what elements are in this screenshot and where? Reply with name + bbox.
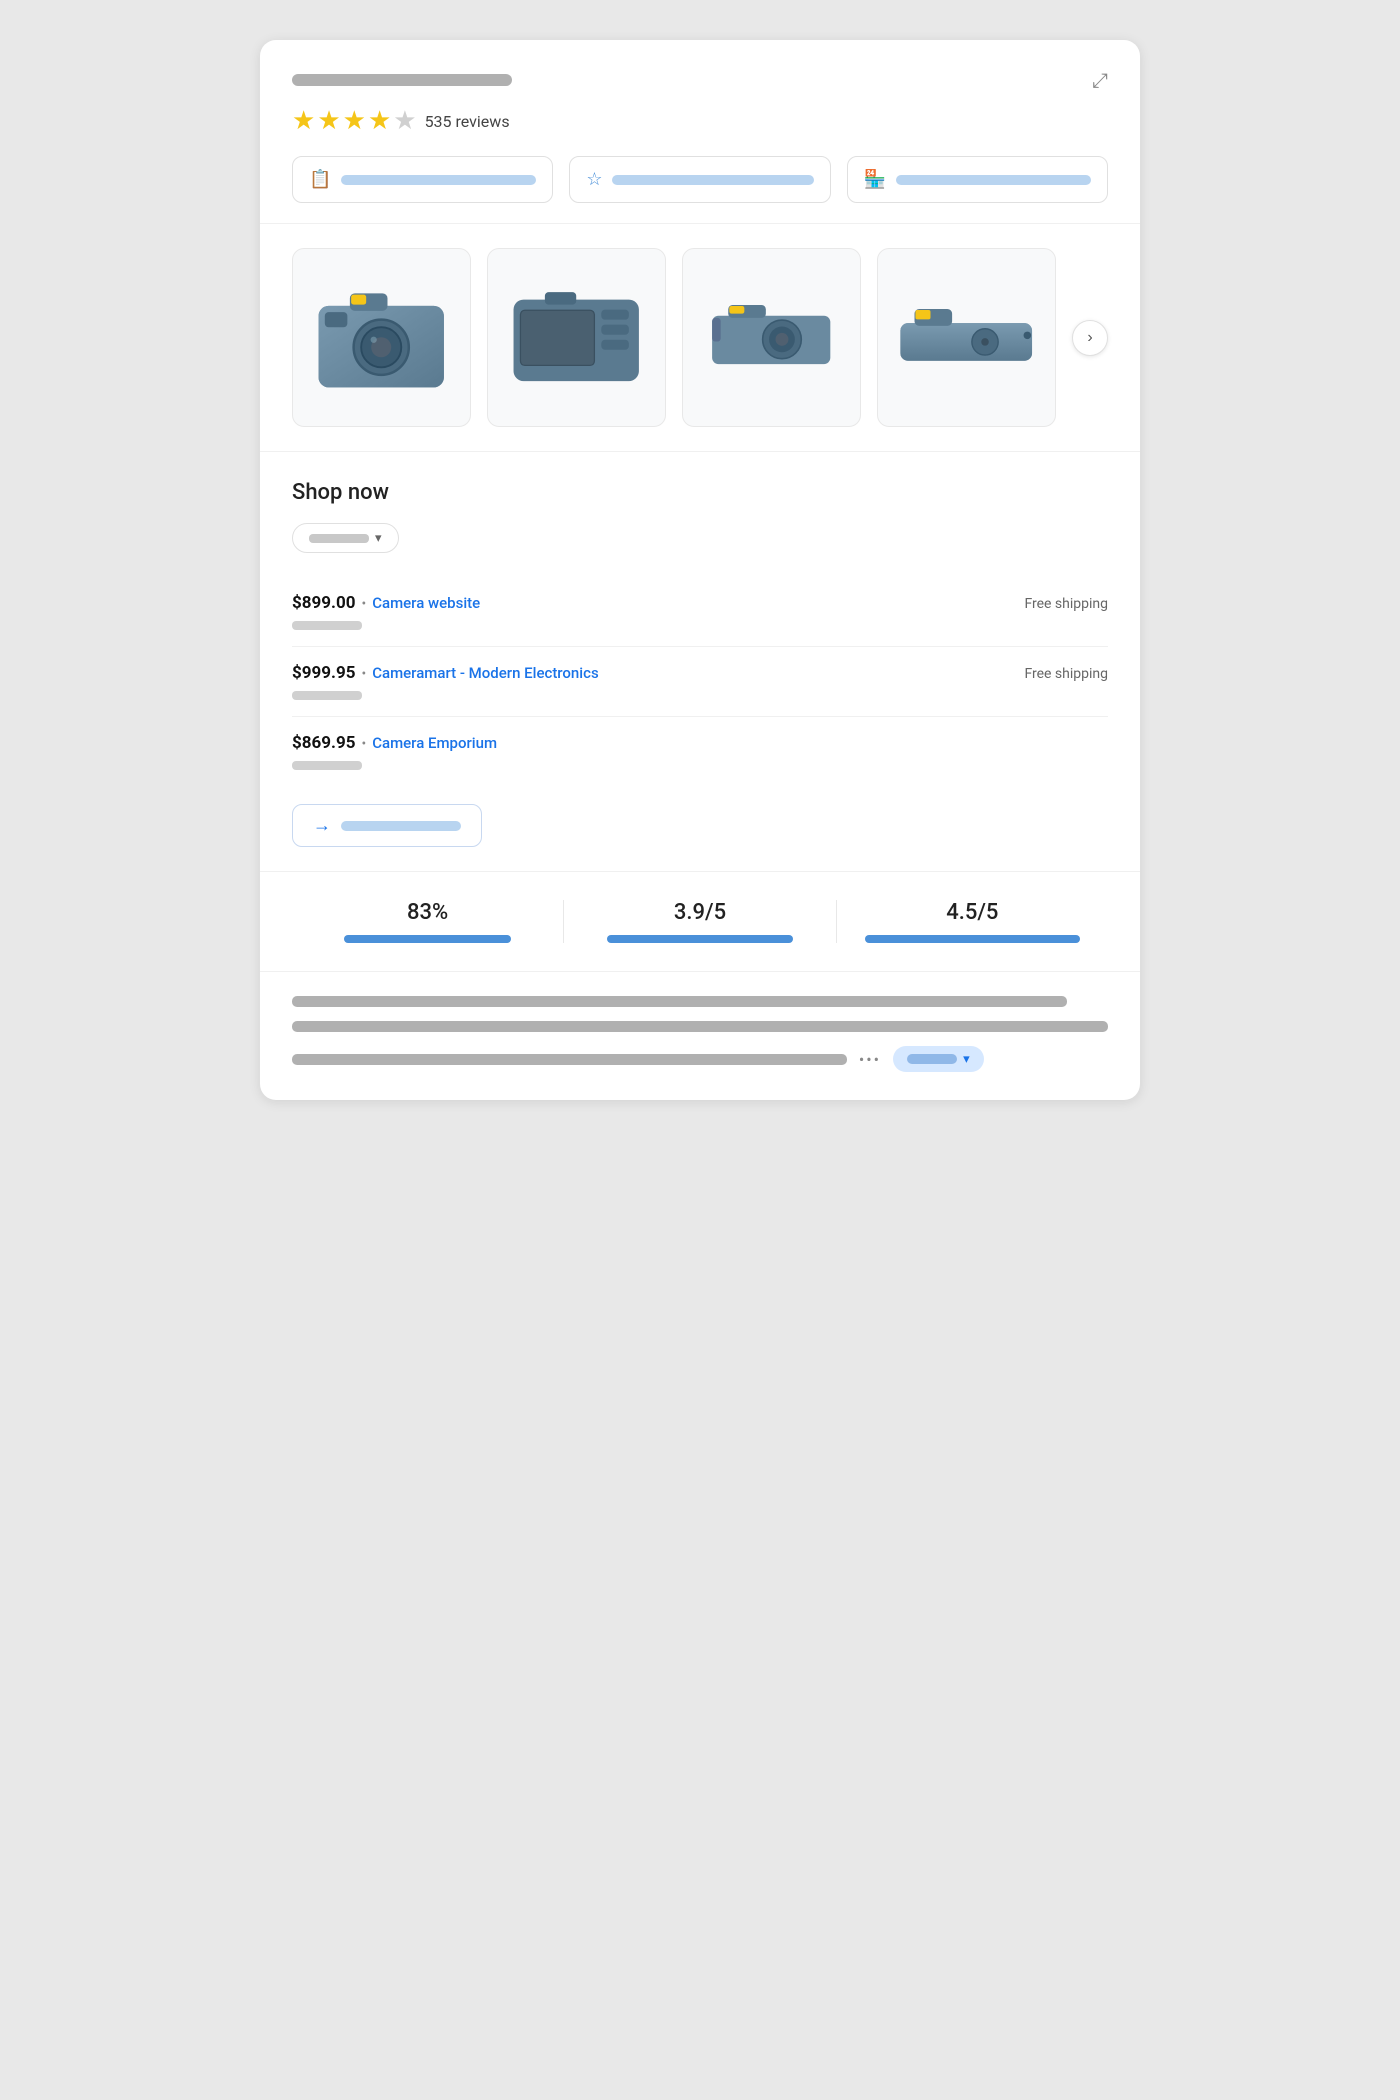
shop-title: Shop now xyxy=(292,480,1108,505)
store-label xyxy=(896,175,1091,185)
action-button-store[interactable]: 🏪 xyxy=(847,156,1108,203)
stat-bar-1 xyxy=(344,935,512,943)
camera-front-svg xyxy=(306,262,456,412)
next-arrow-button[interactable]: › xyxy=(1072,320,1108,356)
stat-bar-2 xyxy=(607,935,794,943)
price-1: $899.00 xyxy=(292,593,355,613)
shop-item-1-left: $899.00 • Camera website xyxy=(292,593,480,613)
shop-item-2-row: $999.95 • Cameramart - Modern Electronic… xyxy=(292,663,1108,683)
image-thumb-4[interactable] xyxy=(877,248,1056,427)
item-sub-1 xyxy=(292,621,362,630)
action-buttons-row: 📋 ☆ 🏪 xyxy=(292,156,1108,203)
image-thumb-3[interactable] xyxy=(682,248,861,427)
shop-item-3-left: $869.95 • Camera Emporium xyxy=(292,733,497,753)
save-label xyxy=(612,175,813,185)
title-bar: ⤢ xyxy=(292,68,1108,92)
footer-line-1 xyxy=(292,996,1067,1007)
image-thumb-1[interactable] xyxy=(292,248,471,427)
footer-line-3 xyxy=(292,1054,847,1065)
images-section: › xyxy=(260,224,1140,452)
header-section: ⤢ ★ ★ ★ ★ ★ 535 reviews 📋 ☆ 🏪 xyxy=(260,40,1140,224)
see-all-button[interactable]: → xyxy=(292,804,482,847)
stat-item-2: 3.9/5 xyxy=(564,900,836,943)
save-icon: ☆ xyxy=(586,169,602,190)
expand-chevron-icon: ▾ xyxy=(963,1051,970,1067)
share-icon[interactable]: ⤢ xyxy=(1092,68,1108,92)
store-name-2[interactable]: Cameramart - Modern Electronics xyxy=(372,664,598,682)
stat-bar-3 xyxy=(865,935,1080,943)
star-1: ★ xyxy=(292,106,315,136)
camera-back-svg xyxy=(501,262,651,412)
camera-flat-svg xyxy=(891,262,1041,412)
store-name-3[interactable]: Camera Emporium xyxy=(372,734,497,752)
stat-value-3: 4.5/5 xyxy=(946,900,998,925)
image-thumb-2[interactable] xyxy=(487,248,666,427)
expand-label xyxy=(907,1054,957,1064)
stat-item-3: 4.5/5 xyxy=(837,900,1108,943)
shop-item-1-row: $899.00 • Camera website Free shipping xyxy=(292,593,1108,613)
shop-item-1: $899.00 • Camera website Free shipping xyxy=(292,577,1108,647)
filter-button[interactable]: ▾ xyxy=(292,523,399,553)
shop-item-2: $999.95 • Cameramart - Modern Electronic… xyxy=(292,647,1108,717)
bullet-1: • xyxy=(361,596,366,612)
store-icon: 🏪 xyxy=(864,169,886,190)
star-2: ★ xyxy=(317,106,340,136)
details-icon: 📋 xyxy=(309,169,331,190)
see-all-arrow-icon: → xyxy=(313,815,331,836)
shop-item-3-row: $869.95 • Camera Emporium xyxy=(292,733,1108,753)
stat-value-1: 83% xyxy=(407,900,448,925)
rating-row: ★ ★ ★ ★ ★ 535 reviews xyxy=(292,106,1108,136)
star-3: ★ xyxy=(343,106,366,136)
footer-section: ••• ▾ xyxy=(260,972,1140,1100)
shop-item-3: $869.95 • Camera Emporium xyxy=(292,717,1108,786)
product-title-placeholder xyxy=(292,74,512,86)
footer-line-2 xyxy=(292,1021,1108,1032)
filter-label xyxy=(309,534,369,543)
action-button-details[interactable]: 📋 xyxy=(292,156,553,203)
bullet-2: • xyxy=(361,666,366,682)
stats-section: 83% 3.9/5 4.5/5 xyxy=(260,872,1140,972)
product-card: ⤢ ★ ★ ★ ★ ★ 535 reviews 📋 ☆ 🏪 xyxy=(260,40,1140,1100)
camera-side-svg xyxy=(696,262,846,412)
details-label xyxy=(341,175,536,185)
see-all-label xyxy=(341,821,461,831)
item-sub-2 xyxy=(292,691,362,700)
review-count: 535 reviews xyxy=(425,112,510,131)
bullet-3: • xyxy=(361,736,366,752)
filter-chevron-icon: ▾ xyxy=(375,530,382,546)
price-2: $999.95 xyxy=(292,663,355,683)
star-5-empty: ★ xyxy=(393,106,416,136)
shipping-1: Free shipping xyxy=(1024,596,1108,612)
shipping-2: Free shipping xyxy=(1024,666,1108,682)
dots-icon: ••• xyxy=(859,1050,881,1069)
stat-item-1: 83% xyxy=(292,900,564,943)
shop-item-2-left: $999.95 • Cameramart - Modern Electronic… xyxy=(292,663,599,683)
expand-button[interactable]: ▾ xyxy=(893,1046,984,1072)
star-4: ★ xyxy=(368,106,391,136)
action-button-save[interactable]: ☆ xyxy=(569,156,830,203)
star-rating: ★ ★ ★ ★ ★ xyxy=(292,106,417,136)
shop-section: Shop now ▾ $899.00 • Camera website Free… xyxy=(260,452,1140,872)
item-sub-3 xyxy=(292,761,362,770)
price-3: $869.95 xyxy=(292,733,355,753)
store-name-1[interactable]: Camera website xyxy=(372,594,480,612)
footer-last-row: ••• ▾ xyxy=(292,1046,1108,1072)
images-grid: › xyxy=(292,248,1108,427)
stat-value-2: 3.9/5 xyxy=(674,900,726,925)
